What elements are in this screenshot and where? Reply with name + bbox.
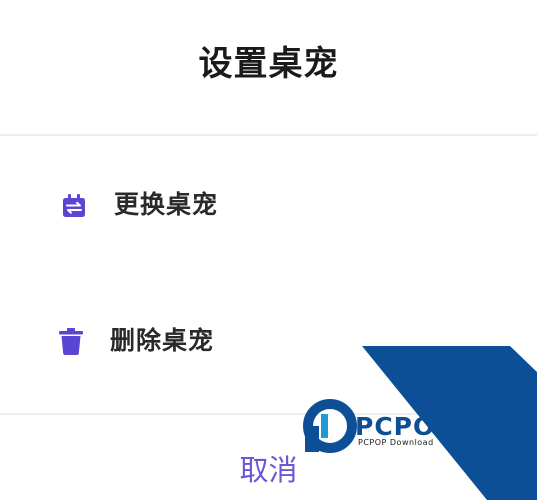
watermark-subtitle: PCPOP Download [358, 438, 434, 447]
